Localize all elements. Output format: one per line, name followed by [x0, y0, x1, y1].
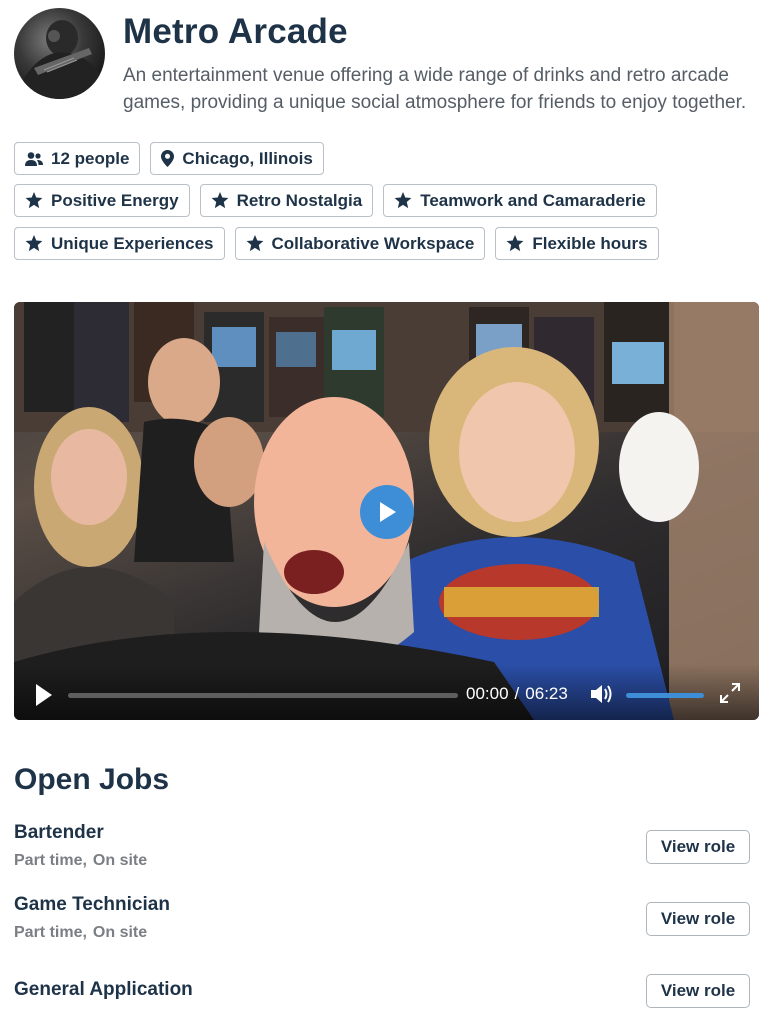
tag-value: Retro Nostalgia [199, 184, 374, 217]
job-title: Bartender [14, 822, 104, 843]
job-title: Game Technician [14, 894, 170, 915]
video-controls: 00:00 / 06:23 [14, 664, 759, 720]
star-icon [394, 192, 412, 209]
job-title: General Application [14, 979, 193, 1000]
open-jobs-heading: Open Jobs [14, 763, 170, 796]
tag-label: 12 people [51, 148, 130, 168]
volume-icon[interactable] [590, 683, 614, 705]
company-name: Metro Arcade [123, 12, 348, 51]
tag-value: Collaborative Workspace [234, 227, 486, 260]
tag-location: Chicago, Illinois [150, 142, 324, 175]
job-type: Part time, [14, 852, 87, 869]
job-item: Bartender Part time, On site View role [14, 822, 750, 872]
big-play-button[interactable] [360, 485, 414, 539]
volume-slider[interactable] [626, 693, 704, 698]
tag-value: Positive Energy [14, 184, 190, 217]
job-location: On site [92, 852, 148, 869]
company-avatar [14, 8, 105, 99]
time-separator: / [514, 684, 520, 703]
star-icon [211, 192, 228, 209]
tag-value: Teamwork and Camaraderie [383, 184, 657, 217]
play-icon [380, 502, 396, 522]
tag-label: Positive Energy [51, 190, 179, 210]
people-icon [25, 151, 43, 166]
job-meta: Part time, On site [14, 852, 147, 870]
tag-team-size: 12 people [14, 142, 141, 175]
job-type: Part time, [14, 924, 87, 941]
tag-value: Unique Experiences [14, 227, 225, 260]
play-icon[interactable] [34, 684, 54, 706]
job-meta: Part time, On site [14, 924, 147, 942]
star-icon [246, 235, 263, 252]
tag-label: Collaborative Workspace [271, 233, 475, 253]
duration: 06:23 [525, 684, 568, 703]
location-pin-icon [161, 150, 175, 167]
tag-value: Flexible hours [495, 227, 659, 260]
star-icon [25, 235, 43, 252]
tag-label: Unique Experiences [51, 233, 214, 253]
job-location: On site [92, 924, 148, 941]
current-time: 00:00 [466, 684, 509, 703]
view-role-button[interactable]: View role [646, 974, 750, 1008]
job-item: Game Technician Part time, On site View r… [14, 894, 750, 944]
view-role-button[interactable]: View role [646, 902, 750, 936]
fullscreen-icon[interactable] [720, 683, 740, 703]
view-role-button[interactable]: View role [646, 830, 750, 864]
company-header: Metro Arcade An entertainment venue offe… [14, 8, 764, 123]
tag-label: Retro Nostalgia [236, 190, 363, 210]
video-progress-bar[interactable] [68, 693, 458, 698]
company-description: An entertainment venue offering a wide r… [123, 65, 747, 113]
star-icon [506, 235, 524, 252]
video-time: 00:00 / 06:23 [466, 684, 568, 704]
star-icon [25, 192, 43, 209]
video-player[interactable]: 00:00 / 06:23 [14, 302, 759, 720]
job-item: General Application View role [14, 974, 750, 1024]
tag-label: Teamwork and Camaraderie [420, 190, 646, 210]
tag-label: Flexible hours [532, 233, 648, 253]
tag-label: Chicago, Illinois [182, 148, 313, 168]
